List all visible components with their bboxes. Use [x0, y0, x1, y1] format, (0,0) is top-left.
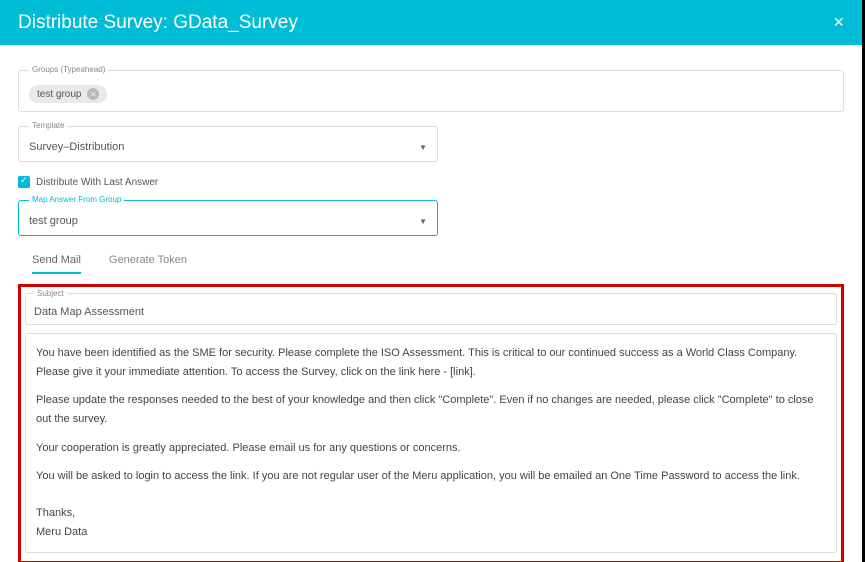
mail-body-sign: Meru Data	[36, 523, 826, 542]
mail-body-p: Please update the responses needed to th…	[36, 391, 826, 428]
distribute-last-label: Distribute With Last Answer	[36, 177, 158, 188]
subject-label: Subject	[34, 289, 67, 298]
template-select[interactable]: Template Survey–Distribution ▼	[18, 126, 438, 162]
chevron-down-icon: ▼	[419, 217, 427, 226]
subject-value: Data Map Assessment	[34, 306, 144, 318]
mail-body-p: You will be asked to login to access the…	[36, 467, 826, 486]
mail-editor-highlight: Subject Data Map Assessment You have bee…	[18, 284, 844, 562]
group-chip-text: test group	[37, 89, 81, 100]
map-group-value: test group	[29, 215, 78, 227]
map-group-select[interactable]: Map Answer From Group test group ▼	[18, 200, 438, 236]
template-label: Template	[29, 121, 67, 130]
modal-header: Distribute Survey: GData_Survey ×	[0, 0, 862, 45]
groups-label: Groups (Typeahead)	[29, 65, 108, 74]
mail-body-sign: Thanks,	[36, 504, 826, 523]
group-chip: test group ×	[29, 85, 107, 103]
mail-body-editor[interactable]: You have been identified as the SME for …	[25, 333, 837, 553]
mail-tabs: Send Mail Generate Token	[32, 254, 844, 274]
map-group-label: Map Answer From Group	[29, 195, 124, 204]
checkbox-checked-icon	[18, 176, 30, 188]
chevron-down-icon: ▼	[419, 143, 427, 152]
mail-body-p: Your cooperation is greatly appreciated.…	[36, 439, 826, 458]
groups-field[interactable]: Groups (Typeahead) test group ×	[18, 70, 844, 112]
tab-send-mail[interactable]: Send Mail	[32, 254, 81, 274]
subject-field[interactable]: Subject Data Map Assessment	[25, 293, 837, 325]
mail-body-p: You have been identified as the SME for …	[36, 344, 826, 381]
modal-title: Distribute Survey: GData_Survey	[18, 12, 298, 34]
tab-generate-token[interactable]: Generate Token	[109, 254, 187, 274]
remove-chip-icon[interactable]: ×	[87, 88, 99, 100]
close-icon[interactable]: ×	[833, 12, 844, 33]
template-value: Survey–Distribution	[29, 141, 124, 153]
distribute-last-checkbox[interactable]: Distribute With Last Answer	[18, 176, 844, 188]
